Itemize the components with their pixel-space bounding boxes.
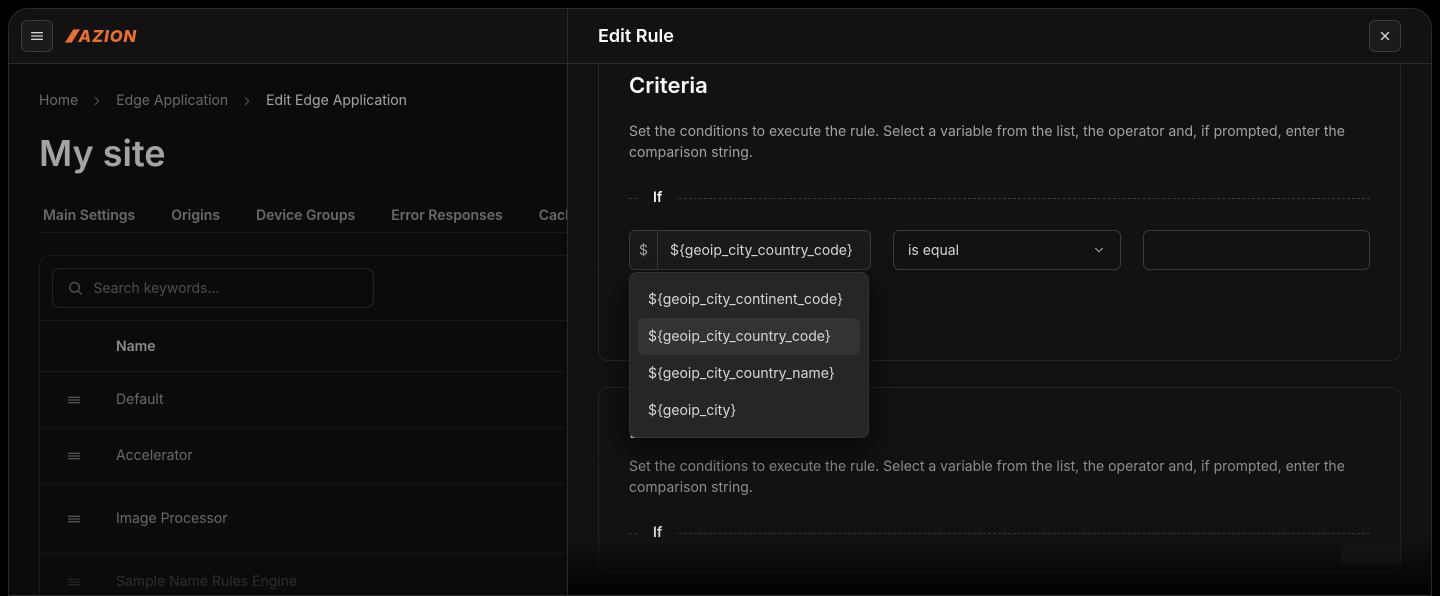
drawer-title: Edit Rule — [598, 26, 674, 47]
chevron-right-icon — [90, 94, 104, 108]
tab-device-groups[interactable]: Device Groups — [252, 199, 359, 232]
criteria-card: Criteria Set the conditions to execute t… — [598, 64, 1401, 361]
tab-origins[interactable]: Origins — [167, 199, 224, 232]
close-button[interactable] — [1369, 20, 1401, 52]
app-frame: AZION Home Edge Application Edit Edge Ap… — [8, 8, 1432, 596]
criteria-title: Criteria — [629, 73, 1370, 99]
edit-rule-drawer: Edit Rule Criteria Set the conditions to… — [567, 9, 1431, 595]
behaviours-description: Set the conditions to execute the rule. … — [629, 456, 1370, 498]
row-name: Accelerator — [116, 447, 193, 464]
tab-main-settings[interactable]: Main Settings — [39, 199, 139, 232]
menu-icon — [29, 28, 45, 44]
chevron-down-icon — [1092, 243, 1106, 257]
breadcrumb-current: Edit Edge Application — [266, 92, 407, 109]
criteria-if-divider: If — [629, 189, 1370, 206]
operator-value: is equal — [908, 242, 959, 259]
drag-handle-icon[interactable] — [66, 448, 116, 464]
search-input[interactable] — [93, 280, 359, 297]
behaviours-if-label: If — [639, 524, 676, 541]
brand-logo-glyph: AZION — [65, 26, 165, 46]
breadcrumb-item[interactable]: Edge Application — [116, 92, 228, 109]
row-name: Sample Name Rules Engine — [116, 573, 297, 590]
criteria-description: Set the conditions to execute the rule. … — [629, 121, 1370, 163]
autocomplete-option[interactable]: ${geoip_city} — [638, 392, 860, 429]
variable-addon: $ — [629, 230, 657, 270]
variable-autocomplete[interactable]: ${geoip_city_continent_code} ${geoip_cit… — [629, 272, 869, 438]
chevron-right-icon — [240, 94, 254, 108]
row-name: Image Processor — [116, 510, 228, 527]
autocomplete-option[interactable]: ${geoip_city_continent_code} — [638, 281, 860, 318]
criteria-if-label: If — [639, 189, 676, 206]
behaviours-if-divider: If — [629, 524, 1370, 541]
drawer-body: Criteria Set the conditions to execute t… — [568, 64, 1431, 595]
tab-error-responses[interactable]: Error Responses — [387, 199, 506, 232]
svg-text:AZION: AZION — [77, 27, 137, 46]
column-name[interactable]: Name — [116, 338, 156, 355]
menu-button[interactable] — [21, 20, 53, 52]
variable-field-group: $ ${geoip_city_continent_code} ${geoip_c… — [629, 230, 871, 270]
close-icon — [1378, 29, 1392, 43]
footer-action-placeholder — [1341, 545, 1401, 565]
criteria-row: $ ${geoip_city_continent_code} ${geoip_c… — [629, 230, 1370, 270]
drag-handle-icon[interactable] — [66, 511, 116, 527]
comparison-input[interactable] — [1143, 230, 1370, 270]
autocomplete-option[interactable]: ${geoip_city_country_code} — [638, 318, 860, 355]
drag-handle-icon[interactable] — [66, 574, 116, 590]
brand-logo[interactable]: AZION — [65, 26, 165, 46]
row-name: Default — [116, 391, 164, 408]
variable-input[interactable] — [657, 230, 871, 270]
autocomplete-option[interactable]: ${geoip_city_country_name} — [638, 355, 860, 392]
drawer-header: Edit Rule — [568, 9, 1431, 64]
search-icon — [67, 279, 83, 297]
table-search[interactable] — [52, 268, 374, 308]
breadcrumb-item[interactable]: Home — [39, 92, 78, 109]
drag-handle-icon[interactable] — [66, 392, 116, 408]
operator-select[interactable]: is equal — [893, 230, 1121, 270]
